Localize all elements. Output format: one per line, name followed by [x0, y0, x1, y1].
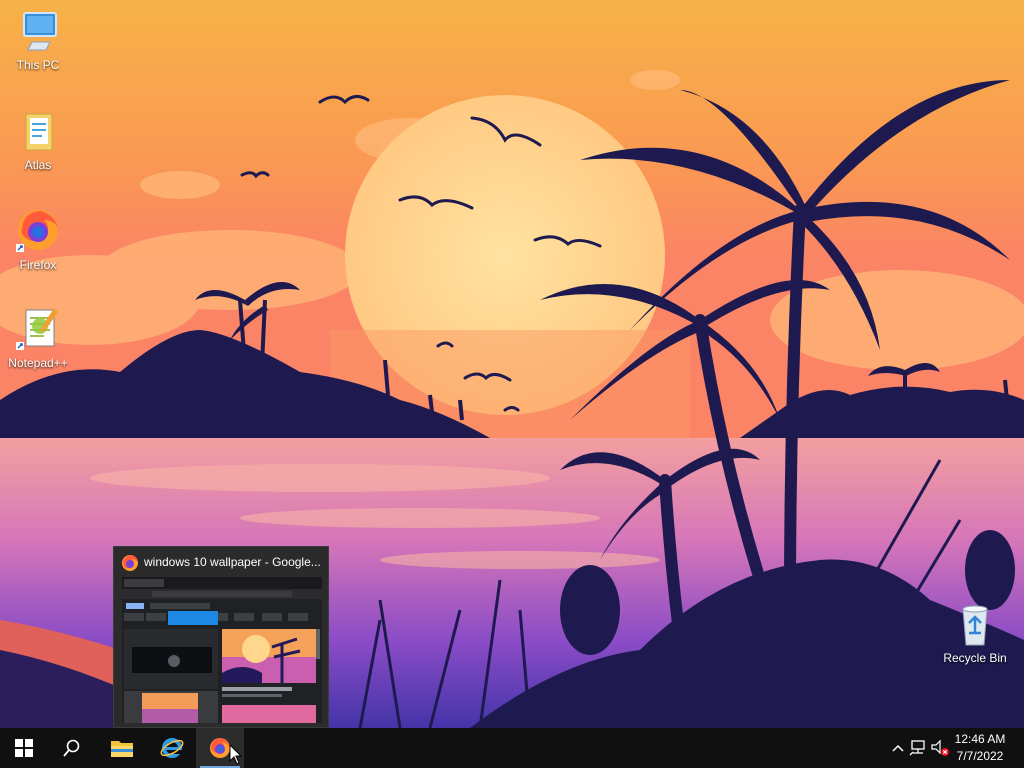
desktop-icon-label: Recycle Bin	[943, 651, 1007, 665]
file-explorer-button[interactable]	[98, 728, 146, 768]
ie-icon	[160, 738, 184, 758]
preview-window-title: windows 10 wallpaper - Google...	[144, 555, 321, 569]
search-icon	[63, 739, 80, 757]
firefox-icon	[16, 210, 58, 252]
mouse-cursor	[229, 744, 243, 765]
search-button[interactable]	[48, 728, 96, 768]
volume-muted-icon[interactable]	[930, 738, 950, 758]
system-tray: 12:46 AM 7/7/2022	[884, 728, 1024, 768]
desktop-icon-this-pc[interactable]: This PC	[0, 10, 76, 72]
recycle-bin-icon	[962, 605, 988, 646]
network-icon[interactable]	[908, 738, 928, 758]
taskbar-thumbnail-preview[interactable]: windows 10 wallpaper - Google...	[113, 546, 329, 728]
browser-thumbnail	[122, 577, 322, 723]
desktop-icon-label: Atlas	[24, 158, 52, 172]
folder-icon	[25, 113, 53, 151]
firefox-icon	[122, 555, 138, 571]
preview-thumbnail-image[interactable]	[122, 577, 322, 723]
desktop-icon-label: Firefox	[19, 258, 57, 272]
desktop-icon-atlas[interactable]: Atlas	[0, 110, 76, 172]
taskbar: 12:46 AM 7/7/2022	[0, 728, 1024, 768]
computer-icon	[23, 12, 57, 51]
desktop-icon-label: Notepad++	[8, 356, 68, 370]
desktop-icon-recycle-bin[interactable]: Recycle Bin	[937, 603, 1013, 665]
clock-date: 7/7/2022	[956, 749, 1004, 763]
start-button[interactable]	[0, 728, 48, 768]
chevron-up-icon[interactable]	[888, 738, 908, 758]
notepad-plus-plus-icon	[16, 308, 58, 350]
desktop-icon-notepad-plus-plus[interactable]: Notepad++	[0, 306, 76, 370]
clock-time: 12:46 AM	[954, 732, 1006, 746]
windows-logo-icon	[15, 739, 33, 757]
desktop-icon-firefox[interactable]: Firefox	[0, 208, 76, 272]
folder-icon	[111, 741, 133, 757]
internet-explorer-button[interactable]	[148, 728, 196, 768]
clock[interactable]: 12:46 AM 7/7/2022	[948, 731, 1012, 765]
desktop-icon-label: This PC	[16, 58, 60, 72]
